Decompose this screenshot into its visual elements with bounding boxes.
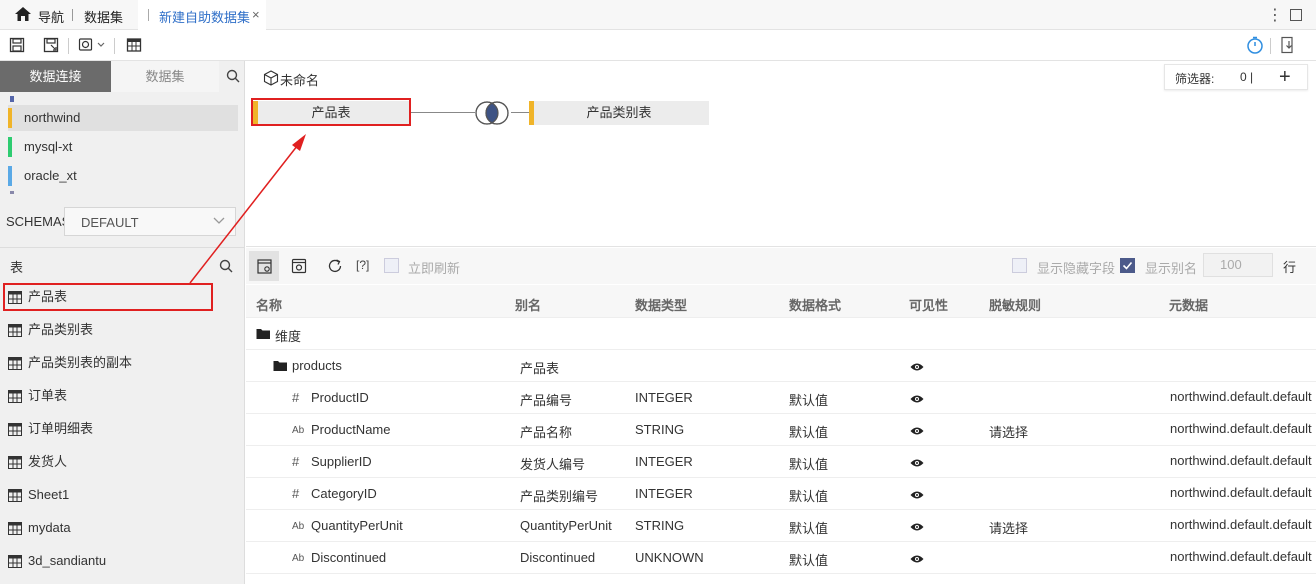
eye-icon[interactable] [910, 394, 924, 404]
show-hidden-fields-label: 显示隐藏字段 [1037, 261, 1116, 276]
column-header-mask-rule[interactable]: 脱敏规则 [989, 295, 1041, 314]
dimension-folder-row[interactable]: 维度 [246, 318, 1316, 350]
string-type-icon: Ab [292, 521, 305, 532]
eye-icon[interactable] [910, 362, 924, 372]
field-data-type[interactable]: UNKNOWN [635, 550, 704, 565]
eye-icon[interactable] [910, 458, 924, 468]
refresh-now-label: 立即刷新 [408, 261, 461, 276]
grid-toolbar: [?] 立即刷新 显示隐藏字段 显示别名 100 行 [246, 248, 1316, 284]
show-alias-checkbox[interactable] [1120, 258, 1135, 273]
row-count-unit: 行 [1283, 260, 1297, 275]
field-name: ProductID [311, 390, 369, 405]
field-data-type[interactable]: STRING [635, 518, 684, 533]
field-alias[interactable]: Discontinued [520, 550, 595, 565]
field-format[interactable]: 默认值 [789, 486, 828, 505]
field-metadata: northwind.default.default [1170, 517, 1312, 532]
field-metadata: northwind.default.default [1170, 389, 1312, 404]
field-mask-rule[interactable]: 请选择 [989, 518, 1028, 537]
dimension-folder-label: 维度 [275, 329, 302, 344]
field-settings-button[interactable] [249, 251, 279, 281]
folder-icon [273, 359, 288, 372]
field-row[interactable]: # ProductID 产品编号 INTEGER 默认值 northwind.defaul… [246, 382, 1316, 414]
column-header-data-format[interactable]: 数据格式 [789, 295, 841, 314]
refresh-icon[interactable] [327, 258, 343, 274]
column-header-name[interactable]: 名称 [256, 295, 282, 314]
field-format[interactable]: 默认值 [789, 454, 828, 473]
help-icon[interactable]: [?] [356, 258, 369, 272]
field-data-type[interactable]: INTEGER [635, 390, 693, 405]
number-type-icon: # [292, 454, 300, 469]
field-row[interactable]: # SupplierID 发货人编号 INTEGER 默认值 northwind.defa… [246, 446, 1316, 478]
table-folder-row[interactable]: products 产品表 [246, 350, 1316, 382]
refresh-now-checkbox[interactable] [384, 258, 399, 273]
show-hidden-fields-checkbox[interactable] [1012, 258, 1027, 273]
row-count-input[interactable]: 100 [1203, 253, 1273, 277]
column-header-alias[interactable]: 别名 [515, 295, 541, 314]
field-metadata: northwind.default.default [1170, 549, 1312, 564]
show-alias-label: 显示别名 [1145, 261, 1198, 276]
column-header-data-type[interactable]: 数据类型 [635, 295, 687, 314]
field-mask-rule[interactable]: 请选择 [989, 422, 1028, 441]
field-name: CategoryID [311, 486, 377, 501]
field-format[interactable]: 默认值 [789, 422, 828, 441]
field-row[interactable]: Ab QuantityPerUnit QuantityPerUnit STRING 默认… [246, 510, 1316, 542]
column-header-metadata[interactable]: 元数据 [1169, 295, 1208, 314]
field-metadata: northwind.default.default [1170, 485, 1312, 500]
field-row[interactable]: # CategoryID 产品类别编号 INTEGER 默认值 northwind.def… [246, 478, 1316, 510]
field-row[interactable]: Ab Discontinued Discontinued UNKNOWN 默认值 nort… [246, 542, 1316, 574]
eye-icon[interactable] [910, 554, 924, 564]
field-grid: 名称 别名 数据类型 数据格式 可见性 脱敏规则 元数据 维度 products… [246, 285, 1316, 584]
field-alias[interactable]: 发货人编号 [520, 454, 585, 473]
field-metadata: northwind.default.default [1170, 453, 1312, 468]
field-alias[interactable]: 产品编号 [520, 390, 572, 409]
field-alias[interactable]: QuantityPerUnit [520, 518, 612, 533]
field-name: QuantityPerUnit [311, 518, 403, 533]
field-alias[interactable]: 产品名称 [520, 422, 572, 441]
eye-icon[interactable] [910, 522, 924, 532]
field-format[interactable]: 默认值 [789, 550, 828, 569]
field-data-type[interactable]: STRING [635, 422, 684, 437]
folder-icon [256, 327, 271, 340]
field-data-type[interactable]: INTEGER [635, 486, 693, 501]
preview-icon[interactable] [291, 258, 307, 274]
field-format[interactable]: 默认值 [789, 390, 828, 409]
field-row[interactable]: Ab ProductName 产品名称 STRING 默认值 请选择 northwind.d… [246, 414, 1316, 446]
check-icon [1122, 261, 1133, 270]
field-format[interactable]: 默认值 [789, 518, 828, 537]
field-settings-icon [257, 259, 272, 274]
field-name: ProductName [311, 422, 391, 437]
table-folder-name: products [292, 358, 342, 373]
column-header-visibility[interactable]: 可见性 [909, 295, 948, 314]
field-metadata: northwind.default.default [1170, 421, 1312, 436]
number-type-icon: # [292, 486, 300, 501]
grid-header: 名称 别名 数据类型 数据格式 可见性 脱敏规则 元数据 [246, 285, 1316, 318]
field-name: Discontinued [311, 550, 387, 565]
field-name: SupplierID [311, 454, 372, 469]
field-data-type[interactable]: INTEGER [635, 454, 693, 469]
table-folder-alias: 产品表 [520, 361, 560, 376]
string-type-icon: Ab [292, 553, 305, 564]
eye-icon[interactable] [910, 426, 924, 436]
field-alias[interactable]: 产品类别编号 [520, 486, 598, 505]
number-type-icon: # [292, 390, 300, 405]
string-type-icon: Ab [292, 425, 305, 436]
eye-icon[interactable] [910, 490, 924, 500]
